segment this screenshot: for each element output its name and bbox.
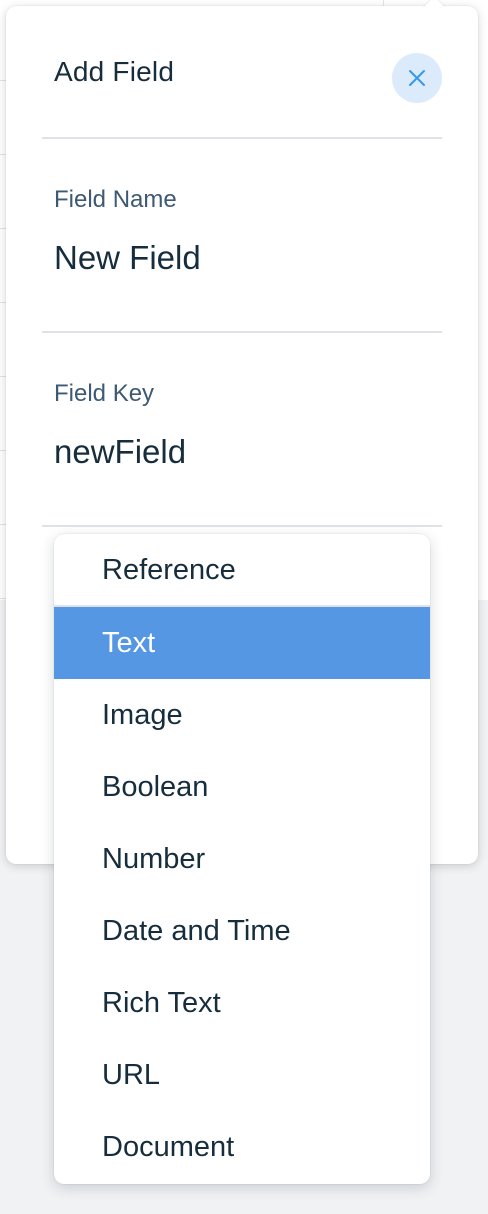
divider xyxy=(42,137,442,139)
dropdown-option-url[interactable]: URL xyxy=(54,1039,430,1111)
dropdown-option-date-and-time[interactable]: Date and Time xyxy=(54,895,430,967)
dropdown-option-boolean[interactable]: Boolean xyxy=(54,751,430,823)
divider xyxy=(42,331,442,333)
dropdown-option-text[interactable]: Text xyxy=(54,607,430,679)
field-type-dropdown[interactable]: Reference Text Image Boolean Number Date… xyxy=(54,534,430,1184)
field-name-label: Field Name xyxy=(54,186,177,213)
dropdown-option-rich-text[interactable]: Rich Text xyxy=(54,967,430,1039)
dropdown-option-document[interactable]: Document xyxy=(54,1111,430,1183)
field-key-label: Field Key xyxy=(54,380,155,407)
dropdown-option-image[interactable]: Image xyxy=(54,679,430,751)
close-icon xyxy=(409,70,425,86)
popover-title: Add Field xyxy=(54,56,175,87)
divider xyxy=(42,525,442,527)
dropdown-option-number[interactable]: Number xyxy=(54,823,430,895)
field-name-input[interactable]: New Field xyxy=(54,239,201,277)
close-button[interactable] xyxy=(392,53,442,103)
dropdown-option-reference[interactable]: Reference xyxy=(54,534,430,606)
field-key-input[interactable]: newField xyxy=(54,433,186,471)
